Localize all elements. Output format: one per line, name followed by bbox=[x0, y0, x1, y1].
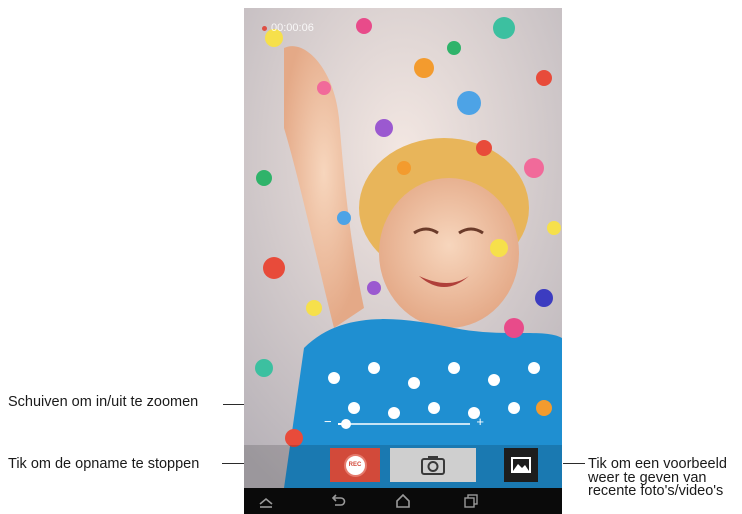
zoom-track[interactable] bbox=[338, 423, 470, 425]
recording-dot-icon bbox=[262, 25, 267, 31]
stop-recording-button[interactable]: REC bbox=[330, 448, 380, 482]
home-icon[interactable] bbox=[395, 493, 411, 509]
recording-timer: 00:00:06 bbox=[262, 22, 314, 34]
rec-label: REC bbox=[348, 462, 362, 468]
zoom-slider[interactable]: − + bbox=[324, 414, 484, 430]
chevron-up-icon[interactable] bbox=[258, 493, 274, 509]
zoom-minus-icon: − bbox=[324, 414, 332, 429]
gallery-preview-button[interactable] bbox=[504, 448, 538, 482]
leader-line-preview bbox=[563, 463, 585, 464]
phone-screen: 00:00:06 − + REC bbox=[244, 8, 562, 514]
callout-preview-line: recente foto's/video's bbox=[588, 483, 724, 499]
zoom-plus-icon: + bbox=[476, 414, 484, 429]
recording-timer-text: 00:00:06 bbox=[271, 22, 314, 34]
image-icon bbox=[511, 457, 531, 473]
callout-stop-label: Tik om de opname te stoppen bbox=[8, 456, 200, 472]
camera-icon bbox=[421, 456, 445, 475]
recent-apps-icon[interactable] bbox=[463, 493, 479, 509]
system-navigation-bar bbox=[244, 488, 562, 514]
camera-viewfinder[interactable] bbox=[244, 8, 562, 488]
zoom-handle[interactable] bbox=[341, 419, 351, 429]
callout-preview-label: Tik om een voorbeeld weer te geven van r… bbox=[588, 457, 742, 499]
take-photo-button[interactable] bbox=[390, 448, 476, 482]
back-icon[interactable] bbox=[330, 493, 346, 509]
record-icon: REC bbox=[343, 453, 367, 477]
callout-zoom-label: Schuiven om in/uit te zoomen bbox=[8, 394, 199, 410]
